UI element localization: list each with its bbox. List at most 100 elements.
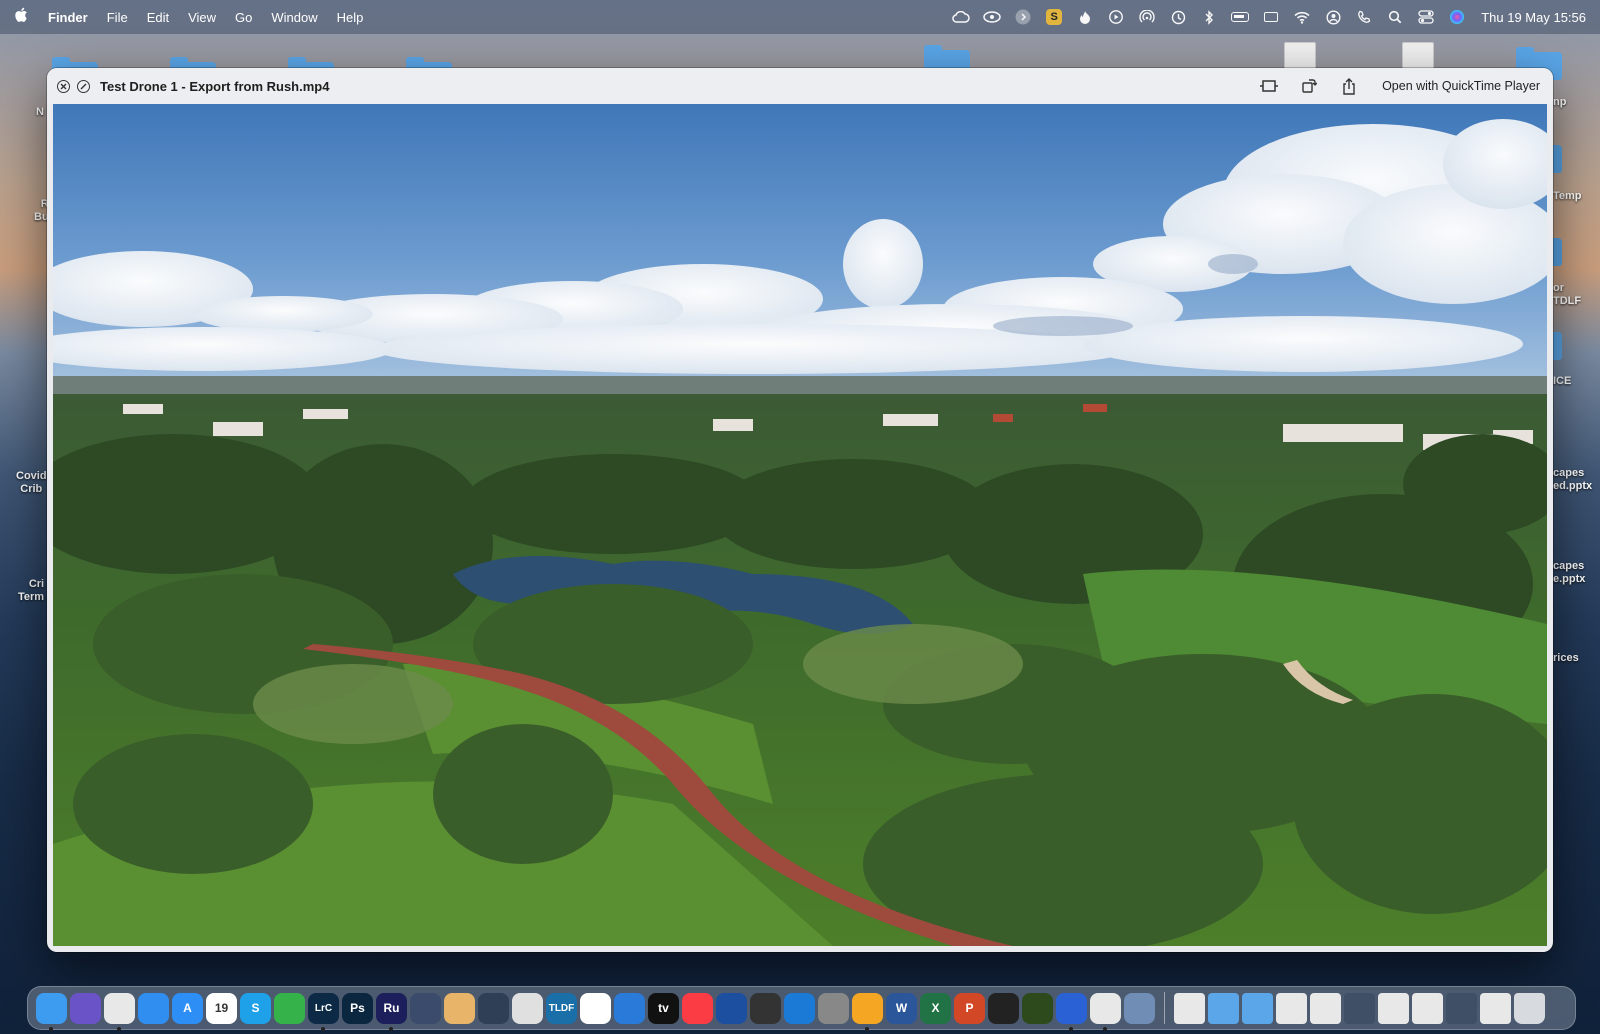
dock-waveform-app-icon[interactable] bbox=[716, 992, 747, 1024]
dock-chrome-icon[interactable] bbox=[104, 992, 135, 1031]
dock-circle-app-icon[interactable] bbox=[784, 992, 815, 1024]
play-icon[interactable] bbox=[1107, 9, 1125, 25]
fullscreen-icon[interactable] bbox=[77, 79, 90, 93]
desktop-item-label[interactable]: N bbox=[36, 106, 44, 119]
dock-app-label: Ps bbox=[350, 1001, 365, 1015]
phone-icon[interactable] bbox=[1355, 9, 1373, 25]
dock-acrobat-icon[interactable] bbox=[1090, 992, 1121, 1031]
dock-app-store-icon[interactable]: A bbox=[172, 992, 203, 1024]
menu-go[interactable]: Go bbox=[235, 10, 252, 25]
siri-icon[interactable] bbox=[1448, 9, 1466, 25]
dock-app-label: P bbox=[965, 1001, 974, 1015]
eye-icon[interactable] bbox=[983, 9, 1001, 25]
dock-doc-stack-2-icon[interactable] bbox=[1276, 992, 1307, 1024]
dock-separator bbox=[1164, 992, 1165, 1024]
dock-apple-tv-icon[interactable]: tv bbox=[648, 992, 679, 1024]
dock-unity-app-icon[interactable] bbox=[750, 992, 781, 1024]
desktop-item-label[interactable]: Temp bbox=[1553, 190, 1582, 203]
dock-doc-stack-4-icon[interactable] bbox=[1378, 992, 1409, 1024]
dock-folder-stack-1-icon[interactable] bbox=[1208, 992, 1239, 1024]
user-icon[interactable] bbox=[1324, 9, 1342, 25]
desktop-item-label[interactable]: rices bbox=[1553, 652, 1579, 665]
dock-image-stack-1-icon[interactable] bbox=[1344, 992, 1375, 1024]
desktop-item-label[interactable]: capes ed.pptx bbox=[1553, 467, 1592, 493]
menu-window[interactable]: Window bbox=[271, 10, 317, 25]
dock-imovie-icon[interactable] bbox=[1056, 992, 1087, 1031]
dock-app-label: Ru bbox=[383, 1001, 400, 1015]
dock-app-label: S bbox=[251, 1001, 260, 1015]
rotate-icon[interactable] bbox=[1299, 78, 1319, 94]
dock-skype-icon[interactable]: S bbox=[240, 992, 271, 1024]
dock-calendar-icon[interactable]: 19 bbox=[206, 992, 237, 1024]
creative-cloud-icon[interactable] bbox=[952, 9, 970, 25]
dock-search-app-icon[interactable] bbox=[614, 992, 645, 1024]
dock-pencil-app-icon[interactable] bbox=[852, 992, 883, 1031]
dock-trash-icon[interactable] bbox=[1514, 992, 1545, 1024]
dock-premiere-rush-icon[interactable]: Ru bbox=[376, 992, 407, 1031]
open-with-quicktime-button[interactable]: Open with QuickTime Player bbox=[1379, 79, 1543, 93]
menu-app-name[interactable]: Finder bbox=[48, 10, 88, 25]
dock-finder-icon[interactable] bbox=[36, 992, 67, 1031]
dock-image-app-2-icon[interactable] bbox=[478, 992, 509, 1024]
apple-logo-icon[interactable] bbox=[14, 7, 28, 28]
wifi-icon[interactable] bbox=[1293, 9, 1311, 25]
control-center-icon[interactable] bbox=[1417, 9, 1435, 25]
dock-compass-app-icon[interactable] bbox=[512, 992, 543, 1024]
menu-file[interactable]: File bbox=[107, 10, 128, 25]
desktop-item-label[interactable]: capes e.pptx bbox=[1553, 560, 1585, 586]
dock-doc-stack-3-icon[interactable] bbox=[1310, 992, 1341, 1024]
dock-siri-icon[interactable] bbox=[70, 992, 101, 1024]
desktop-item-label[interactable]: Covid Crib bbox=[16, 470, 47, 496]
dock-photoshop-icon[interactable]: Ps bbox=[342, 992, 373, 1024]
dock-image-stack-2-icon[interactable] bbox=[1446, 992, 1477, 1024]
trim-icon[interactable] bbox=[1259, 78, 1279, 94]
dock-doc-stack-5-icon[interactable] bbox=[1412, 992, 1443, 1024]
close-icon[interactable] bbox=[57, 79, 70, 93]
menu-bar: Finder File Edit View Go Window Help S T… bbox=[0, 0, 1600, 34]
dock-powerpoint-icon[interactable]: P bbox=[954, 992, 985, 1024]
dock-app-label: A bbox=[183, 1001, 192, 1015]
desktop-item-label[interactable]: np bbox=[1553, 96, 1566, 109]
dock-lightroom-classic-icon[interactable]: LrC bbox=[308, 992, 339, 1031]
time-machine-icon[interactable] bbox=[1169, 9, 1187, 25]
dock-app-label: TLDF bbox=[548, 1002, 575, 1014]
menu-clock[interactable]: Thu 19 May 15:56 bbox=[1481, 10, 1586, 25]
battery-icon[interactable] bbox=[1231, 9, 1250, 25]
keyboard-icon[interactable] bbox=[1262, 9, 1280, 25]
dock-brush-app-icon[interactable] bbox=[444, 992, 475, 1024]
menu-help[interactable]: Help bbox=[337, 10, 364, 25]
dock-word-icon[interactable]: W bbox=[886, 992, 917, 1024]
dock-preview-icon[interactable] bbox=[1124, 992, 1155, 1024]
dock-safari-icon[interactable] bbox=[138, 992, 169, 1024]
desktop-item-label[interactable]: ICE bbox=[1553, 375, 1571, 388]
menu-view[interactable]: View bbox=[188, 10, 216, 25]
dock-doc-stack-6-icon[interactable] bbox=[1480, 992, 1511, 1024]
dock-app-label: 19 bbox=[214, 1001, 229, 1015]
dock-lock-app-icon[interactable] bbox=[274, 992, 305, 1024]
dock-activity-monitor-icon[interactable] bbox=[988, 992, 1019, 1024]
search-icon[interactable] bbox=[1386, 9, 1404, 25]
dock-battery-app-icon[interactable] bbox=[1022, 992, 1053, 1024]
flame-icon[interactable] bbox=[1076, 9, 1094, 25]
quicklook-titlebar: Test Drone 1 - Export from Rush.mp4 Open… bbox=[47, 68, 1553, 104]
dock-app-label: tv bbox=[658, 1001, 669, 1015]
dock-system-preferences-icon[interactable] bbox=[818, 992, 849, 1024]
dock-image-app-icon[interactable] bbox=[410, 992, 441, 1024]
quicklook-title: Test Drone 1 - Export from Rush.mp4 bbox=[100, 78, 330, 94]
dock-folder-stack-2-icon[interactable] bbox=[1242, 992, 1273, 1024]
dock-app-label: LrC bbox=[314, 1002, 333, 1014]
menu-edit[interactable]: Edit bbox=[147, 10, 169, 25]
arrow-circle-icon[interactable] bbox=[1014, 9, 1032, 25]
s-badge-icon[interactable]: S bbox=[1045, 9, 1063, 25]
dock-tldf-app-icon[interactable]: TLDF bbox=[546, 992, 577, 1024]
dock-music-icon[interactable] bbox=[682, 992, 713, 1024]
video-preview[interactable] bbox=[53, 104, 1547, 946]
bluetooth-icon[interactable] bbox=[1200, 9, 1218, 25]
desktop-item-label[interactable]: or TDLF bbox=[1553, 282, 1581, 308]
share-icon[interactable] bbox=[1339, 77, 1359, 95]
airdrop-icon[interactable] bbox=[1138, 9, 1156, 25]
desktop-item-label[interactable]: Cri Term bbox=[18, 578, 44, 604]
dock-doc-stack-1-icon[interactable] bbox=[1174, 992, 1205, 1024]
dock-photos-icon[interactable] bbox=[580, 992, 611, 1024]
dock-excel-icon[interactable]: X bbox=[920, 992, 951, 1024]
